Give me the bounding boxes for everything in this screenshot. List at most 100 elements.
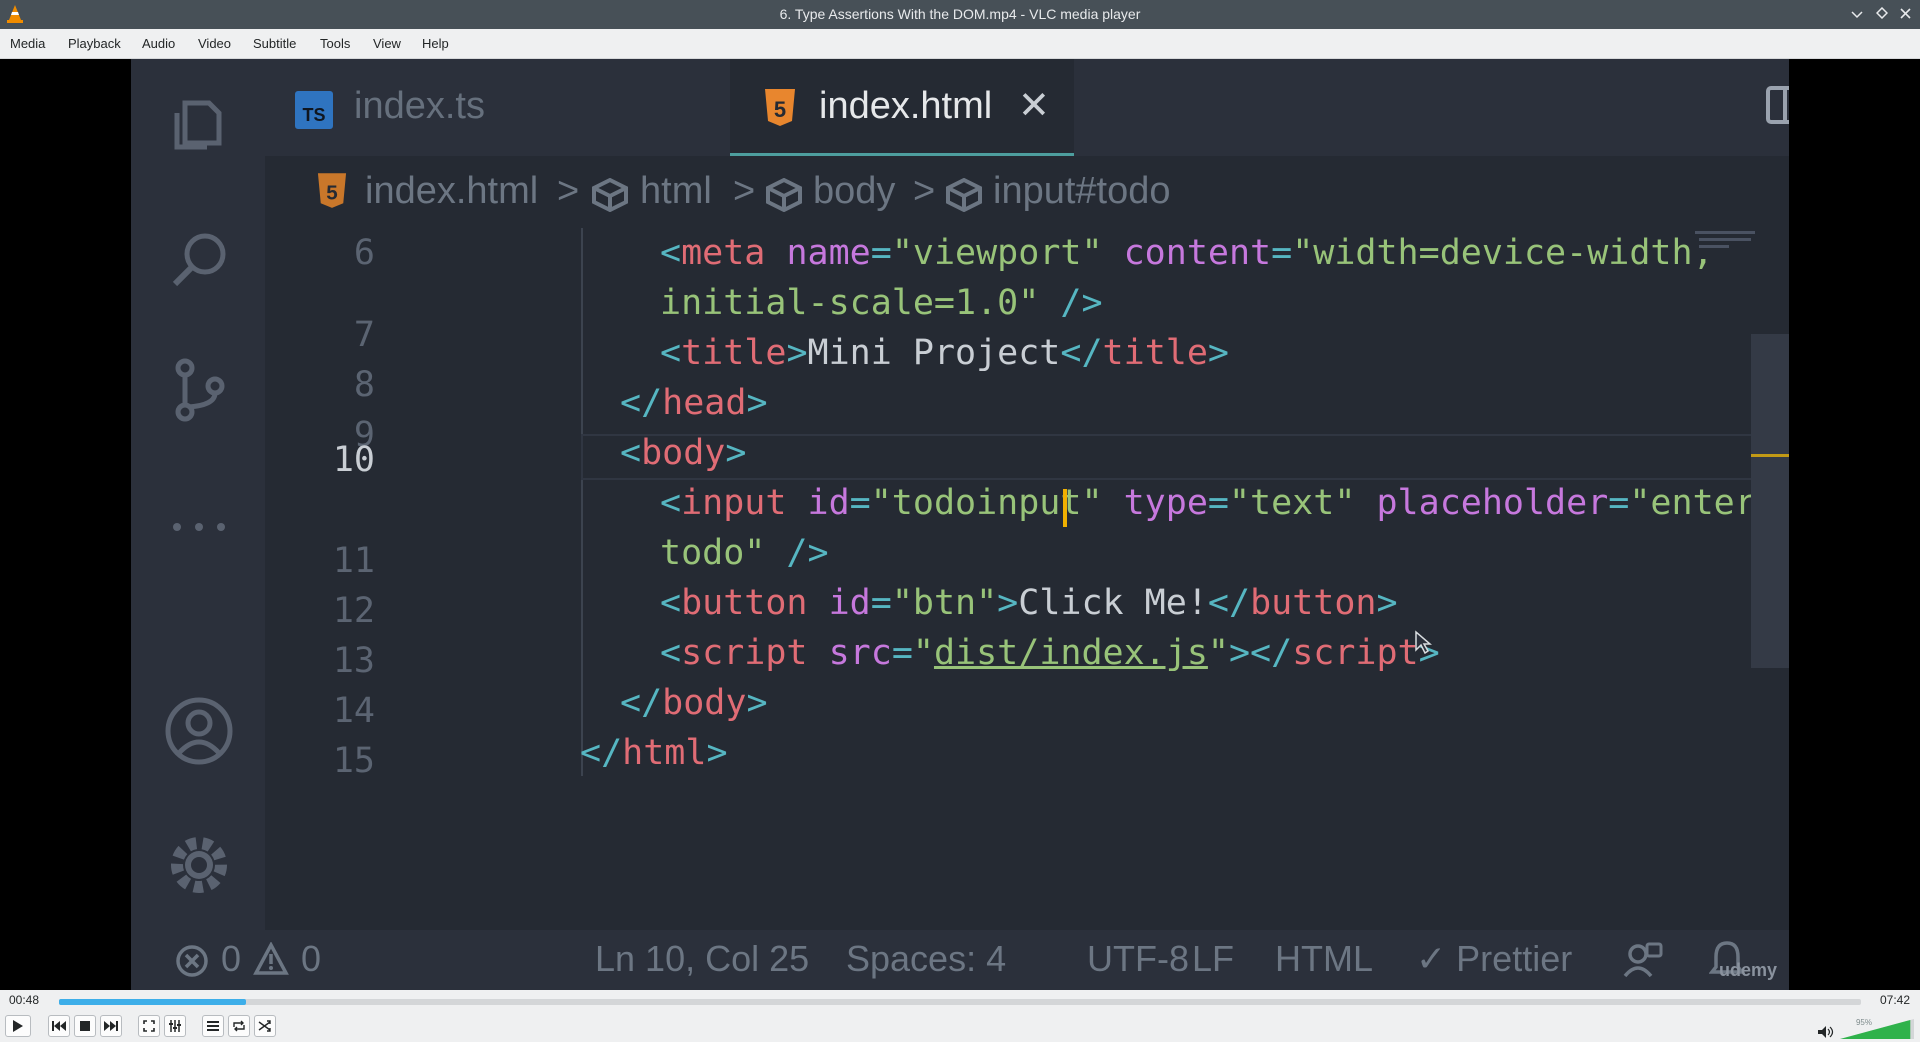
code-line: <input id="todoinput" type="text" placeh… bbox=[660, 483, 1789, 523]
seek-bar[interactable] bbox=[59, 999, 1861, 1005]
code-line: </html> bbox=[580, 733, 728, 773]
end-of-line[interactable]: LF bbox=[1192, 938, 1234, 980]
error-count[interactable]: 0 bbox=[221, 938, 241, 980]
code-token: name bbox=[765, 233, 871, 273]
code-token: < bbox=[660, 583, 682, 623]
code-token: = bbox=[1608, 483, 1630, 523]
line-number: 8 bbox=[353, 365, 375, 405]
code-token: > bbox=[706, 733, 728, 773]
minimap[interactable] bbox=[1659, 228, 1789, 930]
breadcrumb-item-body[interactable]: body bbox=[813, 170, 895, 213]
shuffle-button[interactable] bbox=[254, 1015, 276, 1037]
line-number: 6 bbox=[353, 233, 375, 273]
status-bar: 0 0 Ln 10, Col 25 Spaces: 4 UTF-8 LF HTM… bbox=[131, 930, 1789, 990]
code-token: head bbox=[662, 383, 747, 423]
extended-settings-button[interactable] bbox=[164, 1015, 186, 1037]
volume-slider[interactable] bbox=[1840, 1019, 1914, 1039]
breadcrumb-item-input[interactable]: input#todo bbox=[993, 170, 1171, 213]
tab-label: index.html bbox=[819, 85, 993, 127]
warning-count[interactable]: 0 bbox=[301, 938, 321, 980]
cursor-position[interactable]: Ln 10, Col 25 bbox=[595, 938, 809, 980]
next-button[interactable] bbox=[100, 1015, 122, 1037]
prettier-status[interactable]: ✓ Prettier bbox=[1416, 938, 1572, 980]
loop-icon bbox=[233, 1020, 245, 1032]
line-number: 7 bbox=[353, 315, 375, 355]
menu-subtitle[interactable]: Subtitle bbox=[253, 36, 296, 51]
code-token: meta bbox=[681, 233, 766, 273]
code-token: > bbox=[1376, 583, 1398, 623]
code-token: > bbox=[786, 333, 808, 373]
code-line: todo" /> bbox=[660, 533, 829, 573]
code-token: > bbox=[1207, 333, 1229, 373]
play-button[interactable] bbox=[5, 1015, 31, 1037]
warning-icon bbox=[253, 942, 289, 975]
code-token: initial-scale=1.0" bbox=[660, 283, 1040, 323]
text-cursor bbox=[1063, 489, 1067, 527]
split-editor-icon[interactable] bbox=[1765, 85, 1789, 125]
minimize-button[interactable] bbox=[1847, 4, 1867, 24]
loop-button[interactable] bbox=[228, 1015, 250, 1037]
code-token: = bbox=[1271, 233, 1293, 273]
maximize-button[interactable] bbox=[1872, 4, 1892, 24]
code-line: </head> bbox=[620, 383, 768, 423]
code-token: /> bbox=[1039, 283, 1103, 323]
encoding[interactable]: UTF-8 bbox=[1087, 938, 1189, 980]
shuffle-icon bbox=[258, 1020, 271, 1032]
total-time[interactable]: 07:42 bbox=[1880, 993, 1910, 1007]
code-token: < bbox=[660, 333, 682, 373]
html5-file-icon: 5 bbox=[765, 89, 795, 126]
skip-forward-icon bbox=[104, 1021, 118, 1031]
line-number: 13 bbox=[332, 641, 375, 681]
close-window-button[interactable] bbox=[1895, 4, 1915, 24]
current-line-highlight bbox=[581, 434, 1775, 480]
indentation[interactable]: Spaces: 4 bbox=[846, 938, 1006, 980]
breadcrumb-file[interactable]: index.html bbox=[365, 170, 538, 213]
stop-button[interactable] bbox=[74, 1015, 96, 1037]
elapsed-time[interactable]: 00:48 bbox=[9, 993, 39, 1007]
breadcrumb: 5 index.html > html > body > input#todo bbox=[265, 156, 1789, 228]
more-icon bbox=[173, 523, 225, 531]
language-mode[interactable]: HTML bbox=[1275, 938, 1373, 980]
equalizer-icon bbox=[169, 1020, 181, 1032]
code-token: script bbox=[1292, 633, 1419, 673]
menu-help[interactable]: Help bbox=[422, 36, 449, 51]
code-token: > bbox=[746, 383, 768, 423]
code-token: title bbox=[681, 333, 787, 373]
code-token: < bbox=[660, 233, 682, 273]
tab-close-button[interactable]: ✕ bbox=[1018, 83, 1050, 128]
svg-text:TS: TS bbox=[302, 105, 325, 125]
menu-video[interactable]: Video bbox=[198, 36, 231, 51]
code-token: button bbox=[681, 583, 808, 623]
maximize-icon bbox=[1875, 6, 1889, 20]
menu-view[interactable]: View bbox=[373, 36, 401, 51]
code-token: > bbox=[997, 583, 1019, 623]
menu-tools[interactable]: Tools bbox=[320, 36, 350, 51]
menu-playback[interactable]: Playback bbox=[68, 36, 121, 51]
menu-media[interactable]: Media bbox=[10, 36, 45, 51]
code-token: "text" bbox=[1228, 483, 1356, 523]
source-control-icon bbox=[175, 358, 225, 422]
svg-text:5: 5 bbox=[774, 97, 786, 122]
code-line: initial-scale=1.0" /> bbox=[660, 283, 1103, 323]
playlist-button[interactable] bbox=[202, 1015, 224, 1037]
code-token: todo" bbox=[660, 533, 766, 573]
fullscreen-button[interactable] bbox=[138, 1015, 160, 1037]
tab-index-ts[interactable]: TS index.ts bbox=[265, 59, 585, 156]
explorer-icon bbox=[174, 100, 222, 150]
code-token: = bbox=[849, 483, 871, 523]
speaker-icon[interactable] bbox=[1818, 1026, 1834, 1038]
feedback-icon[interactable] bbox=[1623, 942, 1663, 980]
menu-audio[interactable]: Audio bbox=[142, 36, 175, 51]
close-icon bbox=[1899, 8, 1911, 19]
code-editor[interactable]: 6 7 8 9 10 11 12 13 14 15 <meta name="vi… bbox=[265, 228, 1789, 930]
video-area[interactable]: TS index.ts 5 index.html ✕ 5 index.html … bbox=[0, 59, 1920, 990]
code-token: </ bbox=[620, 683, 663, 723]
breadcrumb-separator: > bbox=[913, 170, 936, 212]
code-token: body bbox=[641, 433, 726, 473]
breadcrumb-item-html[interactable]: html bbox=[640, 170, 712, 213]
code-token: </ bbox=[1207, 583, 1251, 623]
error-icon bbox=[176, 945, 208, 977]
mouse-pointer-icon bbox=[1415, 630, 1432, 654]
tab-index-html[interactable]: 5 index.html ✕ bbox=[730, 59, 1074, 156]
previous-button[interactable] bbox=[48, 1015, 70, 1037]
